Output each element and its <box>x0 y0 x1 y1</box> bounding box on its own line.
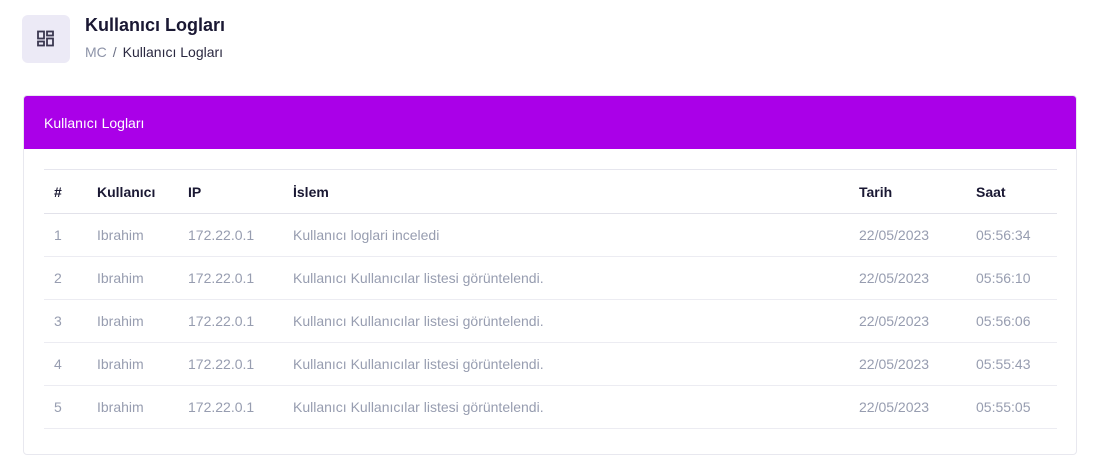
logs-card: Kullanıcı Logları # Kullanıcı IP İslem T… <box>23 95 1077 455</box>
cell-date: 22/05/2023 <box>859 213 976 257</box>
column-header-date: Tarih <box>859 169 976 214</box>
logs-table: # Kullanıcı IP İslem Tarih Saat 1 Ibrahi… <box>44 169 1057 429</box>
card-body: # Kullanıcı IP İslem Tarih Saat 1 Ibrahi… <box>24 149 1076 429</box>
cell-user: Ibrahim <box>97 385 188 429</box>
cell-number: 1 <box>44 213 97 257</box>
cell-ip: 172.22.0.1 <box>188 342 293 386</box>
table-row: 1 Ibrahim 172.22.0.1 Kullanıcı loglari i… <box>44 213 1057 257</box>
cell-ip: 172.22.0.1 <box>188 213 293 257</box>
cell-operation: Kullanıcı Kullanıcılar listesi görüntele… <box>293 342 859 386</box>
page-title: Kullanıcı Logları <box>85 15 226 35</box>
cell-operation: Kullanıcı loglari inceledi <box>293 213 859 257</box>
breadcrumb-current: Kullanıcı Logları <box>122 44 224 60</box>
column-header-ip: IP <box>188 169 293 214</box>
cell-number: 4 <box>44 342 97 386</box>
cell-time: 05:56:34 <box>976 213 1057 257</box>
table-row: 5 Ibrahim 172.22.0.1 Kullanıcı Kullanıcı… <box>44 385 1057 429</box>
cell-date: 22/05/2023 <box>859 342 976 386</box>
cell-ip: 172.22.0.1 <box>188 256 293 300</box>
cell-date: 22/05/2023 <box>859 299 976 343</box>
page-header: Kullanıcı Logları MC / Kullanıcı Logları <box>22 15 225 63</box>
breadcrumb-root-link[interactable]: MC <box>85 43 107 61</box>
breadcrumb: MC / Kullanıcı Logları <box>85 43 225 61</box>
card-title: Kullanıcı Logları <box>44 114 145 131</box>
column-header-time: Saat <box>976 169 1057 214</box>
cell-time: 05:56:10 <box>976 256 1057 300</box>
cell-time: 05:55:43 <box>976 342 1057 386</box>
cell-number: 2 <box>44 256 97 300</box>
cell-number: 3 <box>44 299 97 343</box>
cell-operation: Kullanıcı Kullanıcılar listesi görüntele… <box>293 256 859 300</box>
table-row: 3 Ibrahim 172.22.0.1 Kullanıcı Kullanıcı… <box>44 299 1057 343</box>
cell-date: 22/05/2023 <box>859 256 976 300</box>
cell-number: 5 <box>44 385 97 429</box>
cell-time: 05:56:06 <box>976 299 1057 343</box>
cell-user: Ibrahim <box>97 299 188 343</box>
cell-user: Ibrahim <box>97 256 188 300</box>
cell-ip: 172.22.0.1 <box>188 299 293 343</box>
dashboard-grid-icon <box>22 15 70 63</box>
breadcrumb-separator: / <box>112 44 117 60</box>
cell-user: Ibrahim <box>97 342 188 386</box>
column-header-user: Kullanıcı <box>97 169 188 214</box>
card-header: Kullanıcı Logları <box>24 96 1076 149</box>
cell-operation: Kullanıcı Kullanıcılar listesi görüntele… <box>293 299 859 343</box>
cell-ip: 172.22.0.1 <box>188 385 293 429</box>
cell-date: 22/05/2023 <box>859 385 976 429</box>
table-row: 4 Ibrahim 172.22.0.1 Kullanıcı Kullanıcı… <box>44 342 1057 386</box>
table-row: 2 Ibrahim 172.22.0.1 Kullanıcı Kullanıcı… <box>44 256 1057 300</box>
column-header-operation: İslem <box>293 169 859 214</box>
table-header-row: # Kullanıcı IP İslem Tarih Saat <box>44 169 1057 214</box>
cell-operation: Kullanıcı Kullanıcılar listesi görüntele… <box>293 385 859 429</box>
cell-time: 05:55:05 <box>976 385 1057 429</box>
column-header-number: # <box>44 169 97 214</box>
cell-user: Ibrahim <box>97 213 188 257</box>
